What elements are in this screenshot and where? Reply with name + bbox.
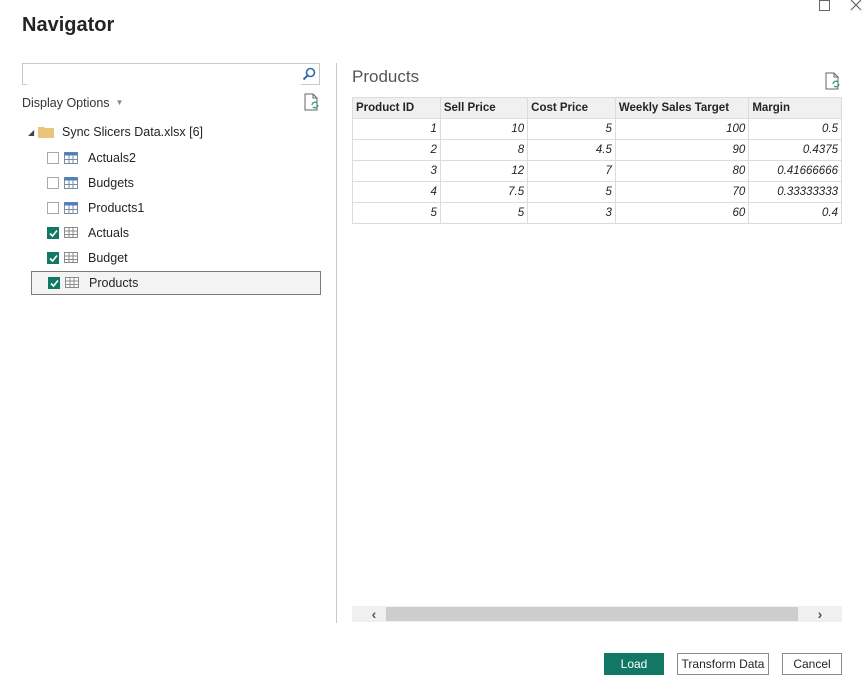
checkbox-unchecked[interactable] (47, 177, 59, 189)
load-button[interactable]: Load (604, 653, 664, 675)
table-cell: 100 (614, 118, 750, 140)
refresh-document-icon[interactable] (825, 72, 841, 90)
table-cell: 60 (614, 202, 750, 224)
checkmark-icon (48, 229, 58, 237)
checkbox-checked[interactable] (47, 227, 59, 239)
tree-item-label: Products1 (88, 201, 145, 215)
checkmark-icon (48, 254, 58, 262)
checkbox-unchecked[interactable] (47, 152, 59, 164)
table-cell: 80 (614, 160, 750, 182)
column-header[interactable]: Cost Price (527, 97, 616, 119)
horizontal-scrollbar[interactable]: ‹ › (352, 606, 842, 622)
tree-item[interactable]: Products1 (31, 196, 321, 220)
search-input[interactable] (27, 65, 301, 85)
table-cell: 3 (352, 160, 441, 182)
table-cell: 3 (527, 202, 616, 224)
table-row: 2 8 4.5 90 0.4375 (352, 139, 842, 161)
table-icon (64, 152, 78, 164)
expand-triangle-icon[interactable]: ◢ (28, 128, 38, 137)
table-cell: 5 (352, 202, 441, 224)
table-cell: 0.4 (748, 202, 842, 224)
column-header[interactable]: Sell Price (439, 97, 529, 119)
table-cell: 2 (352, 139, 441, 161)
tree-item[interactable]: Budgets (31, 171, 321, 195)
table-cell: 5 (527, 181, 616, 203)
table-cell: 4 (352, 181, 441, 203)
tree-item[interactable]: Products (31, 271, 321, 295)
table-row: 4 7.5 5 70 0.33333333 (352, 181, 842, 203)
chevron-down-icon: ▼ (115, 98, 124, 107)
table-row: 5 5 3 60 0.4 (352, 202, 842, 224)
table-cell: 7.5 (439, 181, 529, 203)
table-cell: 0.5 (748, 118, 842, 140)
checkbox-checked[interactable] (48, 277, 60, 289)
tree-root-workbook[interactable]: ◢ Sync Slicers Data.xlsx [6] (28, 125, 203, 139)
tree-item[interactable]: Budget (31, 246, 321, 270)
sheet-icon (65, 277, 79, 288)
preview-table-viewport: Product ID Sell Price Cost Price Weekly Sal… (352, 97, 842, 227)
tree-item[interactable]: Actuals (31, 221, 321, 245)
cancel-button[interactable]: Cancel (782, 653, 842, 675)
scroll-left-arrow[interactable]: ‹ (364, 606, 384, 622)
column-header[interactable]: Weekly Sales Target (614, 97, 750, 119)
tree-item-label: Budget (88, 251, 128, 265)
sheet-icon (64, 252, 78, 263)
transform-data-button[interactable]: Transform Data (677, 653, 769, 675)
refresh-document-icon[interactable] (304, 93, 320, 111)
tree-root-label: Sync Slicers Data.xlsx [6] (62, 125, 204, 139)
table-cell: 0.33333333 (748, 181, 842, 203)
tree-item[interactable]: Actuals2 (31, 146, 321, 170)
table-row: 1 10 5 100 0.5 (352, 118, 842, 140)
column-header[interactable]: Product ID (352, 97, 441, 119)
checkmark-icon (49, 279, 59, 287)
table-cell: 5 (439, 202, 529, 224)
scroll-right-arrow[interactable]: › (810, 606, 830, 622)
preview-title: Products (352, 67, 420, 86)
table-cell: 90 (614, 139, 750, 161)
checkbox-unchecked[interactable] (47, 202, 59, 214)
tree-item-label: Actuals (88, 226, 129, 240)
tree-item-label: Budgets (88, 176, 134, 190)
table-cell: 8 (439, 139, 529, 161)
search-icon[interactable] (302, 67, 316, 81)
table-cell: 0.41666666 (748, 160, 842, 182)
folder-icon (38, 127, 54, 138)
dialog-title: Navigator (22, 14, 115, 36)
maximize-icon[interactable] (819, 0, 830, 11)
table-cell: 70 (614, 181, 750, 203)
checkbox-checked[interactable] (47, 252, 59, 264)
search-box[interactable] (22, 63, 320, 85)
table-cell: 1 (352, 118, 441, 140)
close-icon[interactable] (849, 0, 863, 12)
table-cell: 7 (527, 160, 616, 182)
table-icon (64, 177, 78, 189)
table-cell: 4.5 (527, 139, 616, 161)
display-options-dropdown[interactable]: Display Options ▼ (22, 96, 123, 110)
table-row: 3 12 7 80 0.41666666 (352, 160, 842, 182)
table-cell: 10 (439, 118, 529, 140)
table-icon (64, 202, 78, 214)
tree-item-label: Actuals2 (88, 151, 136, 165)
tree-item-label: Products (89, 276, 139, 290)
table-cell: 12 (439, 160, 529, 182)
preview-table: Product ID Sell Price Cost Price Weekly Sal… (352, 97, 842, 224)
display-options-label: Display Options (22, 96, 110, 110)
pane-divider[interactable] (336, 63, 337, 623)
scrollbar-thumb[interactable] (386, 607, 798, 621)
table-cell: 0.4375 (748, 139, 842, 161)
sheet-icon (64, 227, 78, 238)
column-header[interactable]: Margin (748, 97, 842, 119)
table-cell: 5 (527, 118, 616, 140)
